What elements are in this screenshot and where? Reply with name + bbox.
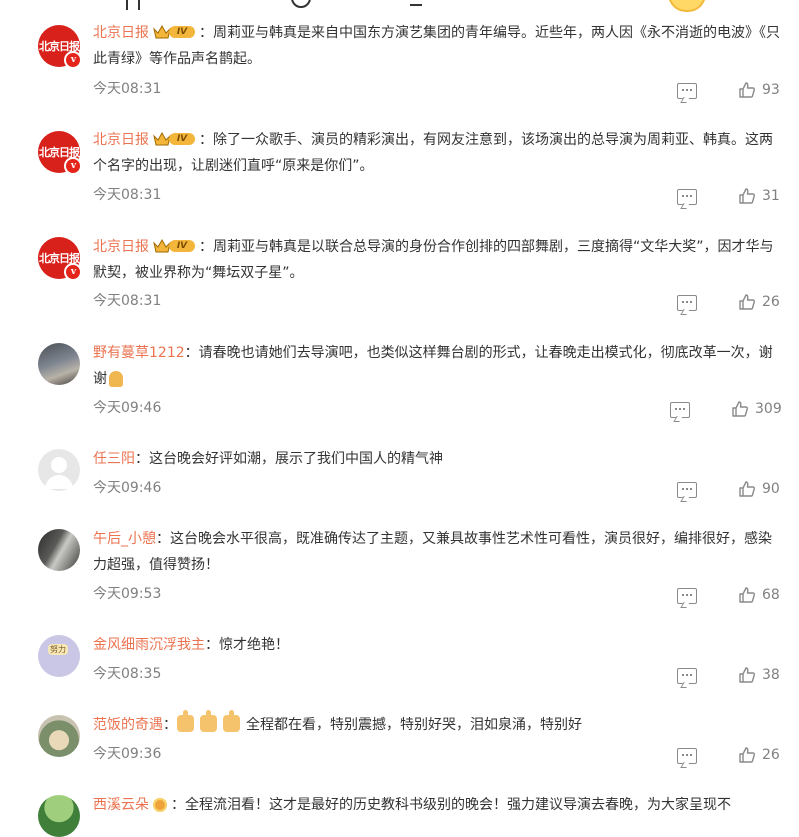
- comment-body: 西溪云朵 ：全程流泪看！这才是最好的历史教科书级别的晚会！强力建议导演去春晚，为大…: [93, 792, 793, 818]
- level-badge: IV: [169, 26, 195, 38]
- comment-username[interactable]: 午后_小憩: [93, 531, 156, 547]
- reply-icon[interactable]: [677, 748, 697, 764]
- comment-body: 范饭的奇遇： 全程都在看，特别震撼，特别好哭，泪如泉涌，特别好: [93, 709, 783, 738]
- avatar[interactable]: 北京日报 v: [38, 131, 82, 175]
- comment-time: 今天09:53: [93, 586, 162, 602]
- avatar[interactable]: 北京日报 v: [38, 25, 82, 69]
- reply-icon[interactable]: [677, 295, 697, 311]
- like-button[interactable]: 26: [738, 746, 780, 764]
- comment-username[interactable]: 北京日报: [93, 25, 149, 41]
- comment-username[interactable]: 西溪云朵: [93, 797, 149, 813]
- crown-badge-icon: IV: [153, 131, 197, 147]
- comment-username[interactable]: 金风细雨沉浮我主: [93, 637, 205, 653]
- like-count: 31: [762, 188, 780, 204]
- comment-time: 今天08:31: [93, 293, 162, 309]
- thumbs-up-emoji-icon: [177, 709, 194, 732]
- thumb-up-icon: [739, 82, 755, 98]
- reply-icon[interactable]: [677, 668, 697, 684]
- avatar-sign-text: 努力: [48, 644, 68, 655]
- comment-time: 今天08:35: [93, 666, 162, 682]
- comment-body: 野有蔓草1212：请春晚也请她们去导演吧，也类似这样舞台剧的形式，让春晚走出模式…: [93, 340, 783, 392]
- comment-username[interactable]: 北京日报: [93, 132, 149, 148]
- comment-time: 今天08:31: [93, 187, 162, 203]
- comment-text: ：这台晚会好评如潮，展示了我们中国人的精气神: [135, 451, 443, 467]
- comment-text: ：请春晚也请她们去导演吧，也类似这样舞台剧的形式，让春晚走出模式化，彻底改革一次…: [93, 345, 773, 387]
- thumb-up-icon: [739, 747, 755, 763]
- verified-icon: v: [64, 51, 82, 69]
- emoji-face-icon[interactable]: [668, 0, 706, 12]
- like-count: 68: [762, 587, 780, 603]
- comment-body: 北京日报 IV ：周莉亚与韩真是以联合总导演的身份合作创排的四部舞剧，三度摘得“文华…: [93, 234, 783, 286]
- thumb-up-icon: [739, 587, 755, 603]
- reply-icon[interactable]: [677, 588, 697, 604]
- comment-time: 今天09:36: [93, 746, 162, 762]
- pray-emoji-icon: [109, 371, 123, 387]
- avatar[interactable]: 北京日报 v: [38, 237, 82, 281]
- avatar[interactable]: [38, 529, 80, 571]
- thumbs-up-emoji-icon: [200, 709, 217, 732]
- crown-badge-icon: IV: [153, 24, 197, 40]
- comment-text: ：这台晚会水平很高，既准确传达了主题，又兼具故事性艺术性可看性，演员很好，编排很…: [93, 531, 772, 573]
- reply-icon[interactable]: [670, 402, 690, 418]
- thumb-up-icon: [739, 188, 755, 204]
- comment-text: ：全程流泪看！这才是最好的历史教科书级别的晚会！强力建议导演去春晚，为大家呈现不: [171, 797, 731, 813]
- clock-icon[interactable]: [291, 0, 311, 8]
- verified-icon: v: [64, 157, 82, 175]
- verified-icon: v: [64, 263, 82, 281]
- comment-body: 北京日报 IV ：除了一众歌手、演员的精彩演出，有网友注意到，该场演出的总导演为周莉…: [93, 127, 783, 179]
- like-button[interactable]: 90: [738, 480, 780, 498]
- like-button[interactable]: 38: [738, 666, 780, 684]
- like-button[interactable]: 309: [731, 400, 782, 418]
- like-button[interactable]: 26: [738, 293, 780, 311]
- reply-icon[interactable]: [677, 189, 697, 205]
- top-toolbar: [0, 0, 799, 14]
- thumb-up-icon: [739, 294, 755, 310]
- comment-username[interactable]: 任三阳: [93, 451, 135, 467]
- avatar[interactable]: 努力: [38, 635, 80, 677]
- comment-body: 任三阳：这台晚会好评如潮，展示了我们中国人的精气神: [93, 446, 783, 472]
- like-count: 26: [762, 747, 780, 763]
- avatar[interactable]: [38, 715, 80, 757]
- thumbs-up-emoji-icon: [223, 709, 240, 732]
- like-count: 38: [762, 667, 780, 683]
- avatar[interactable]: [38, 795, 80, 837]
- comment-time: 今天09:46: [93, 480, 162, 496]
- minus-icon[interactable]: [410, 4, 422, 6]
- thumb-up-icon: [739, 667, 755, 683]
- like-button[interactable]: 31: [738, 187, 780, 205]
- like-count: 309: [755, 401, 782, 417]
- crown-badge-icon: IV: [153, 238, 197, 254]
- reply-icon[interactable]: [677, 482, 697, 498]
- thumb-up-icon: [739, 481, 755, 497]
- avatar[interactable]: [38, 343, 80, 385]
- like-button[interactable]: 68: [738, 586, 780, 604]
- comment-body: 金风细雨沉浮我主：惊才绝艳！: [93, 632, 783, 658]
- comment-time: 今天08:31: [93, 81, 162, 97]
- level-badge: IV: [169, 240, 195, 252]
- grid-icon[interactable]: [126, 0, 140, 10]
- comment-text: ：惊才绝艳！: [205, 637, 289, 653]
- flower-badge-icon: [153, 798, 167, 812]
- like-count: 90: [762, 481, 780, 497]
- thumb-up-icon: [732, 401, 748, 417]
- like-count: 93: [762, 82, 780, 98]
- reply-icon[interactable]: [677, 83, 697, 99]
- comment-time: 今天09:46: [93, 400, 162, 416]
- comment-body: 北京日报 IV ：周莉亚与韩真是来自中国东方演艺集团的青年编导。近些年，两人因《永不…: [93, 20, 783, 72]
- comment-username[interactable]: 北京日报: [93, 239, 149, 255]
- avatar[interactable]: [38, 449, 80, 491]
- comment-text: 全程都在看，特别震撼，特别好哭，泪如泉涌，特别好: [246, 717, 582, 733]
- comment-username[interactable]: 范饭的奇遇: [93, 717, 163, 733]
- level-badge: IV: [169, 133, 195, 145]
- like-button[interactable]: 93: [738, 81, 780, 99]
- comment-body: 午后_小憩：这台晚会水平很高，既准确传达了主题，又兼具故事性艺术性可看性，演员很…: [93, 526, 783, 578]
- comment-username[interactable]: 野有蔓草1212: [93, 345, 185, 361]
- like-count: 26: [762, 294, 780, 310]
